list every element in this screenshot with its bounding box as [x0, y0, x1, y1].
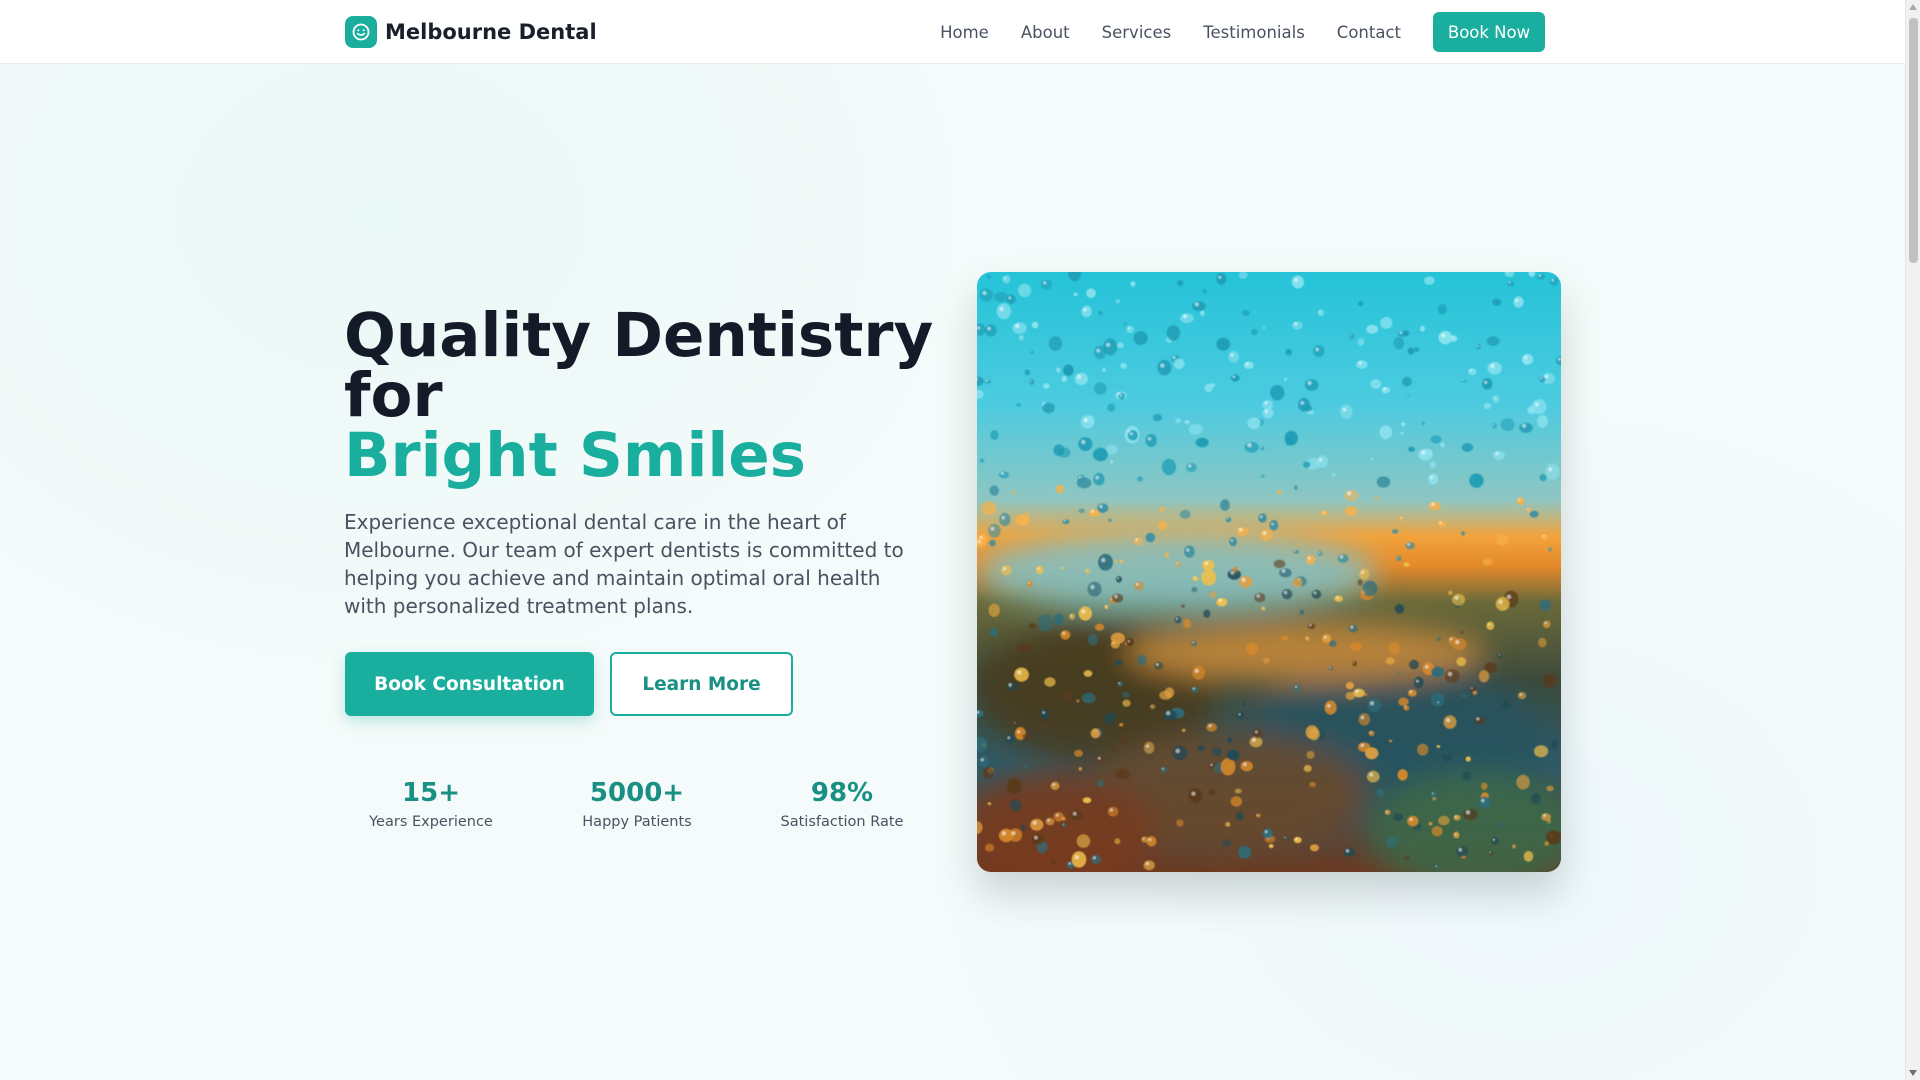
nav-contact[interactable]: Contact: [1337, 23, 1401, 42]
book-consultation-button[interactable]: Book Consultation: [345, 652, 594, 716]
brand-logo[interactable]: Melbourne Dental: [345, 16, 597, 48]
hero-title-main: Quality Dentistry for: [344, 300, 934, 431]
nav-services[interactable]: Services: [1102, 23, 1172, 42]
stat-item: 15+ Years Experience: [345, 778, 517, 830]
learn-more-button[interactable]: Learn More: [610, 652, 793, 716]
hero-title: Quality Dentistry for Bright Smiles: [344, 305, 944, 491]
nav-testimonials[interactable]: Testimonials: [1203, 23, 1305, 42]
nav-about[interactable]: About: [1021, 23, 1070, 42]
smile-icon: [345, 16, 377, 48]
hero-title-accent: Bright Smiles: [344, 420, 806, 491]
stats-row: 15+ Years Experience 5000+ Happy Patient…: [345, 778, 965, 830]
main-nav: Home About Services Testimonials Contact…: [940, 12, 1545, 52]
book-now-button[interactable]: Book Now: [1433, 12, 1545, 52]
scroll-thumb[interactable]: [1909, 18, 1918, 263]
nav-home[interactable]: Home: [940, 23, 989, 42]
stat-label: Happy Patients: [582, 814, 692, 830]
stat-value: 5000+: [589, 778, 685, 808]
site-header: Melbourne Dental Home About Services Tes…: [0, 0, 1905, 64]
scroll-down-arrow-icon[interactable]: [1909, 1070, 1917, 1076]
stat-label: Years Experience: [369, 814, 493, 830]
hero-image: [977, 272, 1561, 872]
page: Melbourne Dental Home About Services Tes…: [0, 0, 1905, 1080]
stat-value: 98%: [810, 778, 874, 808]
stat-label: Satisfaction Rate: [780, 814, 904, 830]
brand-name: Melbourne Dental: [385, 20, 597, 44]
rain-window-photo: [977, 272, 1561, 872]
stat-value: 15+: [402, 778, 460, 808]
stat-item: 5000+ Happy Patients: [517, 778, 757, 830]
stat-item: 98% Satisfaction Rate: [757, 778, 927, 830]
scroll-up-arrow-icon[interactable]: [1909, 4, 1917, 10]
hero-description: Experience exceptional dental care in th…: [344, 510, 904, 618]
page-scrollbar[interactable]: [1905, 0, 1920, 1080]
